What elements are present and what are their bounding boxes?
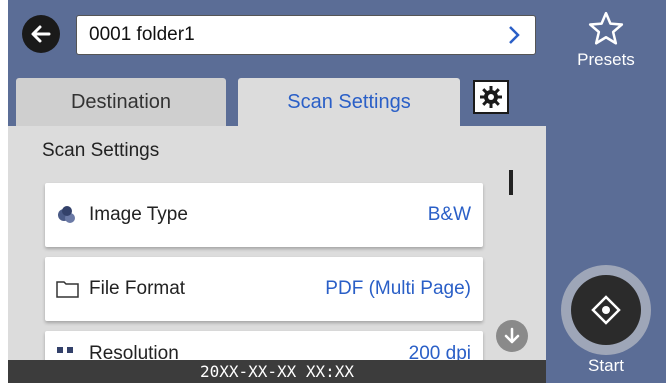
tab-scan-settings-label: Scan Settings (287, 90, 411, 113)
tab-destination[interactable]: Destination (16, 78, 226, 126)
tab-bar: Destination Scan Settings (8, 70, 546, 126)
folder-icon (56, 281, 79, 298)
setting-image-type[interactable]: Image Type B&W (45, 183, 483, 247)
setting-label: File Format (89, 278, 186, 299)
right-panel: Presets Start (546, 0, 666, 383)
scrollbar-thumb[interactable] (509, 170, 513, 195)
back-arrow-icon (31, 25, 51, 43)
setting-value: B&W (427, 204, 471, 225)
section-title: Scan Settings (42, 140, 160, 161)
presets-label: Presets (577, 50, 635, 69)
start-button-inner (571, 275, 641, 345)
start-button[interactable] (561, 265, 651, 355)
folder-value: 0001 folder1 (89, 24, 195, 45)
status-bar: 20XX-XX-XX XX:XX (8, 360, 546, 383)
back-button[interactable] (22, 15, 60, 53)
setting-label: Image Type (89, 204, 188, 225)
star-icon (588, 11, 624, 45)
status-datetime: 20XX-XX-XX XX:XX (199, 362, 355, 381)
start-diamond-icon (591, 295, 621, 325)
setting-value: PDF (Multi Page) (325, 278, 471, 299)
destination-folder-field[interactable]: 0001 folder1 (76, 15, 536, 55)
tab-scan-settings[interactable]: Scan Settings (238, 78, 460, 126)
chevron-right-icon (509, 26, 520, 44)
gear-icon (480, 86, 502, 108)
presets-button[interactable]: Presets (546, 10, 666, 70)
header-bar: 0001 folder1 (8, 0, 546, 70)
scroll-down-button[interactable] (496, 320, 528, 352)
image-type-icon (58, 206, 75, 223)
tab-destination-label: Destination (70, 90, 172, 113)
start-label: Start (588, 356, 624, 375)
setting-file-format[interactable]: File Format PDF (Multi Page) (45, 257, 483, 321)
settings-gear-button[interactable] (473, 80, 509, 114)
arrow-down-icon (504, 327, 520, 344)
